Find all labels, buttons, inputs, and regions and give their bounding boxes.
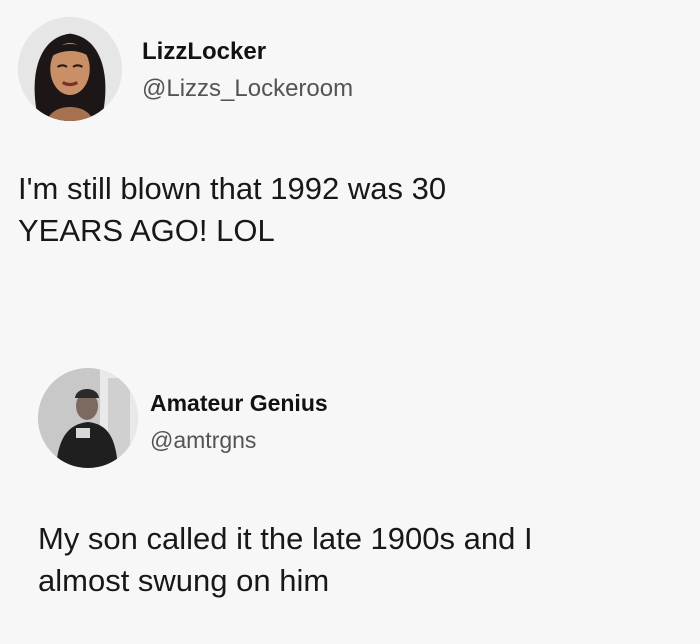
avatar-photo bbox=[38, 368, 138, 468]
avatar[interactable] bbox=[38, 368, 138, 468]
tweet-text-line: I'm still blown that 1992 was 30 bbox=[18, 171, 447, 206]
tweet-text: I'm still blown that 1992 was 30 YEARS A… bbox=[18, 168, 678, 252]
reply-post: Amateur Genius @amtrgns My son called it… bbox=[0, 332, 700, 644]
user-handle[interactable]: @amtrgns bbox=[150, 427, 256, 454]
tweet-text-line: almost swung on him bbox=[38, 563, 330, 598]
tweet-post: LizzLocker @Lizzs_Lockeroom I'm still bl… bbox=[0, 0, 700, 332]
tweet-text-line: YEARS AGO! LOL bbox=[18, 213, 275, 248]
avatar[interactable] bbox=[18, 17, 122, 121]
avatar-illustration bbox=[18, 17, 122, 121]
tweet-text: My son called it the late 1900s and I al… bbox=[38, 518, 678, 602]
display-name[interactable]: LizzLocker bbox=[142, 38, 266, 66]
user-handle[interactable]: @Lizzs_Lockeroom bbox=[142, 75, 353, 103]
display-name[interactable]: Amateur Genius bbox=[150, 390, 328, 417]
tweet-text-line: My son called it the late 1900s and I bbox=[38, 521, 533, 556]
